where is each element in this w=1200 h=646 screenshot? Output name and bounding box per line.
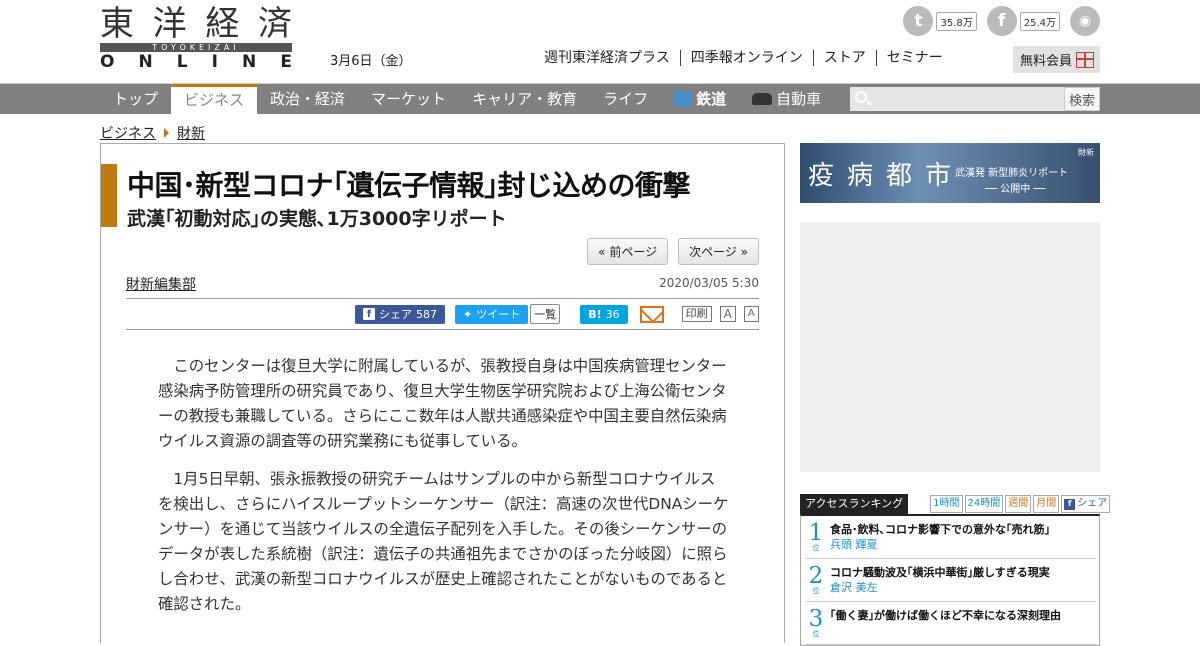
site-header: 東 洋 経 済 TOYOKEIZAI O N L I N E 3月6日（金） t… bbox=[0, 0, 1200, 84]
logo-online: O N L I N E bbox=[100, 52, 292, 72]
ranking-author[interactable]: 倉沢 美左 bbox=[830, 580, 1050, 595]
breadcrumb-business[interactable]: ビジネス bbox=[100, 123, 156, 143]
article-pager: « 前ページ 次ページ » bbox=[587, 238, 759, 265]
ranking-item[interactable]: 1 位 食品･飲料､コロナ影響下での意外な｢売れ筋｣ 兵頭 輝夏 bbox=[806, 516, 1096, 559]
hatena-bookmark-button[interactable]: B! 36 bbox=[580, 304, 628, 324]
link-store[interactable]: ストア bbox=[812, 50, 876, 66]
article-subtitle: 武漢｢初動対応｣の実態､1万3000字リポート bbox=[127, 208, 507, 230]
feature-banner[interactable]: 疫病都市 財新 武漢発 新型肺炎リポート ── 公開中 ── bbox=[800, 143, 1100, 203]
divider bbox=[126, 298, 759, 299]
nav-top[interactable]: トップ bbox=[100, 84, 171, 114]
top-links: 週刊東洋経済プラス 四季報オンライン ストア セミナー bbox=[544, 50, 953, 66]
banner-status: ── 公開中 ── bbox=[985, 184, 1046, 195]
tab-1hour[interactable]: 1時間 bbox=[930, 495, 963, 513]
article-title: 中国･新型コロナ｢遺伝子情報｣封じ込めの衝撃 bbox=[127, 169, 691, 202]
ad-slot bbox=[800, 222, 1100, 472]
article: 中国･新型コロナ｢遺伝子情報｣封じ込めの衝撃 武漢｢初動対応｣の実態､1万300… bbox=[100, 143, 785, 643]
search-button[interactable]: 検索 bbox=[1064, 87, 1100, 111]
article-body: このセンターは復旦大学に附属しているが、張教授自身は中国疾病管理センター感染病予… bbox=[158, 354, 730, 630]
facebook-icon: f bbox=[1064, 498, 1076, 510]
gift-icon bbox=[1076, 51, 1094, 68]
ranking-headline[interactable]: ｢働く妻｣が働けば働くほど不幸になる深刻理由 bbox=[830, 608, 1061, 623]
font-large-button[interactable]: A bbox=[719, 306, 736, 322]
train-icon bbox=[674, 91, 693, 107]
site-search: 検索 bbox=[850, 87, 1100, 111]
rank-number: 3 位 bbox=[808, 606, 824, 639]
nav-life[interactable]: ライフ bbox=[590, 84, 661, 114]
rss-icon: ◉ bbox=[1070, 6, 1100, 36]
mail-icon[interactable] bbox=[639, 305, 664, 323]
publish-date: 2020/03/05 5:30 bbox=[659, 276, 759, 290]
twitter-follow[interactable]: t 35.8万 bbox=[903, 6, 977, 36]
free-member-button[interactable]: 無料会員 bbox=[1012, 46, 1100, 73]
ranking-headline[interactable]: コロナ騒動波及｢横浜中華街｣厳しすぎる現実 bbox=[830, 565, 1050, 580]
link-shikiho-online[interactable]: 四季報オンライン bbox=[679, 50, 813, 66]
tab-monthly[interactable]: 月間 bbox=[1033, 495, 1060, 513]
nav-business[interactable]: ビジネス bbox=[171, 84, 258, 114]
paragraph: このセンターは復旦大学に附属しているが、張教授自身は中国疾病管理センター感染病予… bbox=[158, 357, 727, 450]
ranking-list: 1 位 食品･飲料､コロナ影響下での意外な｢売れ筋｣ 兵頭 輝夏 2 位 コロナ… bbox=[800, 514, 1100, 646]
article-author[interactable]: 財新編集部 bbox=[126, 274, 196, 294]
ranking-item[interactable]: 2 位 コロナ騒動波及｢横浜中華街｣厳しすぎる現実 倉沢 美左 bbox=[806, 559, 1096, 602]
ranking-tabs: アクセスランキング 1時間 24時間 週間 月間 f シェア bbox=[800, 494, 1111, 514]
rss-link[interactable]: ◉ bbox=[1070, 6, 1100, 36]
share-toolbar: f シェア 587 ✦ ツイート 一覧 B! 36 印刷 A A bbox=[355, 304, 759, 324]
access-ranking: アクセスランキング 1時間 24時間 週間 月間 f シェア 1 位 食品･飲料… bbox=[800, 494, 1111, 646]
banner-tag: 財新 bbox=[1078, 148, 1094, 157]
search-icon bbox=[855, 91, 867, 103]
car-icon bbox=[752, 93, 773, 105]
social-links: t 35.8万 f 25.4万 ◉ bbox=[903, 6, 1100, 36]
twitter-follower-count: 35.8万 bbox=[936, 11, 977, 31]
paragraph: 1月5日早朝、張永振教授の研究チームはサンプルの中から新型コロナウイルスを検出し… bbox=[158, 470, 729, 613]
breadcrumb: ビジネス 財新 bbox=[100, 123, 205, 143]
ranking-title: アクセスランキング bbox=[800, 494, 909, 514]
banner-subtitle: 武漢発 新型肺炎リポート bbox=[955, 168, 1069, 179]
title-accent-bar bbox=[101, 164, 117, 227]
link-seminar[interactable]: セミナー bbox=[875, 50, 953, 66]
facebook-share-button[interactable]: f シェア 587 bbox=[355, 304, 445, 324]
ranking-headline[interactable]: 食品･飲料､コロナ影響下での意外な｢売れ筋｣ bbox=[830, 522, 1050, 537]
twitter-icon: ✦ bbox=[463, 307, 473, 321]
tab-24hours[interactable]: 24時間 bbox=[964, 495, 1004, 513]
hatena-icon: B! bbox=[588, 307, 602, 321]
facebook-icon: f bbox=[363, 308, 375, 320]
nav-market[interactable]: マーケット bbox=[358, 84, 459, 114]
prev-page-button[interactable]: « 前ページ bbox=[587, 238, 669, 265]
free-member-label: 無料会員 bbox=[1019, 54, 1072, 69]
category-nav: トップ ビジネス 政治・経済 マーケット キャリア・教育 ライフ 鉄道 自動車 … bbox=[0, 84, 1200, 114]
facebook-follower-count: 25.4万 bbox=[1019, 11, 1060, 31]
breadcrumb-caixin[interactable]: 財新 bbox=[177, 123, 205, 143]
facebook-share-count: 587 bbox=[416, 307, 437, 321]
banner-title: 疫病都市 bbox=[808, 161, 965, 191]
divider bbox=[126, 329, 759, 330]
facebook-icon: f bbox=[986, 6, 1017, 36]
logo-romaji: TOYOKEIZAI bbox=[100, 43, 292, 52]
ranking-author[interactable]: 兵頭 輝夏 bbox=[830, 537, 1050, 552]
facebook-follow[interactable]: f 25.4万 bbox=[986, 6, 1060, 36]
nav-automobile[interactable]: 自動車 bbox=[739, 84, 834, 114]
nav-railway[interactable]: 鉄道 bbox=[661, 84, 739, 114]
tab-weekly[interactable]: 週間 bbox=[1005, 495, 1032, 513]
link-weekly-toyokeizai-plus[interactable]: 週刊東洋経済プラス bbox=[544, 50, 680, 66]
font-small-button[interactable]: A bbox=[743, 306, 759, 322]
rank-number: 1 位 bbox=[808, 520, 824, 553]
logo-kanji: 東 洋 経 済 bbox=[100, 4, 292, 44]
tweet-list-link[interactable]: 一覧 bbox=[530, 304, 561, 324]
nav-politics-economy[interactable]: 政治・経済 bbox=[257, 84, 358, 114]
site-logo[interactable]: 東 洋 経 済 TOYOKEIZAI O N L I N E bbox=[100, 4, 292, 72]
print-button[interactable]: 印刷 bbox=[681, 306, 712, 322]
twitter-icon: t bbox=[903, 6, 934, 36]
search-input[interactable] bbox=[850, 87, 1064, 111]
next-page-button[interactable]: 次ページ » bbox=[678, 238, 759, 265]
tweet-button[interactable]: ✦ ツイート bbox=[455, 304, 529, 324]
hatena-count: 36 bbox=[605, 307, 620, 321]
rank-number: 2 位 bbox=[808, 563, 824, 596]
nav-career-education[interactable]: キャリア・教育 bbox=[459, 84, 590, 114]
breadcrumb-arrow-icon bbox=[164, 128, 169, 138]
tab-share[interactable]: f シェア bbox=[1061, 495, 1111, 513]
ranking-item[interactable]: 3 位 ｢働く妻｣が働けば働くほど不幸になる深刻理由 bbox=[806, 602, 1096, 645]
current-date: 3月6日（金） bbox=[330, 54, 412, 69]
